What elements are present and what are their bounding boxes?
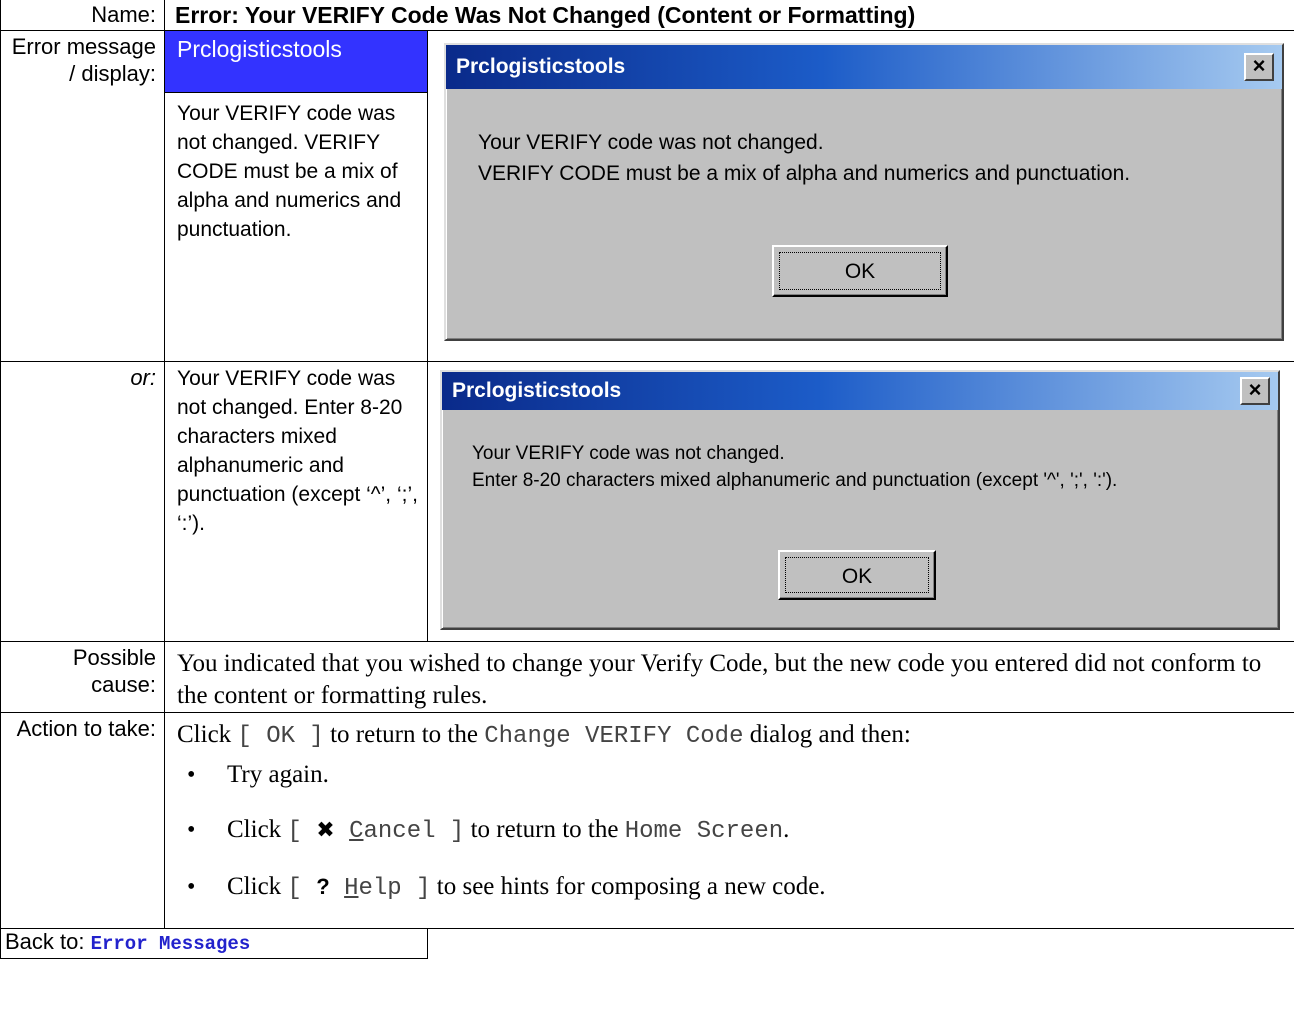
error2-dialog-line2: Enter 8-20 characters mixed alphanumeric… <box>472 470 1118 491</box>
step3-pre: Click <box>227 873 288 900</box>
error-display-label: Error message / display: <box>0 30 165 362</box>
step2-pre: Click <box>227 816 288 843</box>
action-intro-post: dialog and then: <box>743 721 911 748</box>
error2-dialog-body: Your VERIFY code was not changed. Enter … <box>472 440 1117 494</box>
cancel-x-icon: ✖ <box>316 818 335 843</box>
error2-message-text: Your VERIFY code was not changed. Enter … <box>177 367 418 535</box>
error1-dialog-titlebar: Prclogisticstools × <box>446 45 1282 89</box>
action-row: Action to take: Click [ OK ] to return t… <box>0 712 1294 929</box>
name-label: Name: <box>0 0 165 31</box>
error-table: Name: Error: Your VERIFY Code Was Not Ch… <box>0 0 1294 959</box>
error1-dialog-title: Prclogisticstools <box>456 55 626 78</box>
cause-row: Possible cause: You indicated that you w… <box>0 641 1294 713</box>
error1-dialog-line2: VERIFY CODE must be a mix of alpha and n… <box>478 162 1131 185</box>
close-icon[interactable]: × <box>1240 377 1270 405</box>
error-doc: Name: Error: Your VERIFY Code Was Not Ch… <box>0 0 1294 959</box>
action-steps: Try again. Click [ ✖ Cancel ] to return … <box>177 759 1288 905</box>
ok-button-ref: [ OK ] <box>237 723 324 750</box>
error-display-row: Error message / display: Prclogisticstoo… <box>0 30 1294 362</box>
step2-mid: to return to the <box>464 816 625 843</box>
error2-message-cell: Your VERIFY code was not changed. Enter … <box>164 361 428 642</box>
back-label: Back to: <box>5 929 91 954</box>
error2-dialog-cell: Prclogisticstools × Your VERIFY code was… <box>427 361 1294 642</box>
error1-ok-button[interactable]: OK <box>772 245 948 297</box>
back-row: Back to: Error Messages <box>0 928 1294 959</box>
action-intro: Click [ OK ] to return to the Change VER… <box>177 719 1288 753</box>
error1-dialog-cell: Prclogisticstools × Your VERIFY code was… <box>427 30 1294 362</box>
help-open-bracket: [ <box>287 875 317 902</box>
error2-dialog-line1: Your VERIFY code was not changed. <box>472 443 785 464</box>
cancel-open-bracket: [ <box>287 818 317 845</box>
error2-dialog: Prclogisticstools × Your VERIFY code was… <box>440 370 1280 630</box>
error-alt-row: or: Your VERIFY code was not changed. En… <box>0 361 1294 642</box>
error2-ok-label: OK <box>785 557 929 593</box>
error-messages-link[interactable]: Error Messages <box>91 933 251 955</box>
back-row-empty <box>427 928 1294 959</box>
help-mnemonic: H <box>344 875 359 902</box>
step-try-again: Try again. <box>187 759 1288 791</box>
action-intro-pre: Click <box>177 721 238 748</box>
error1-dialog-line1: Your VERIFY code was not changed. <box>478 131 824 154</box>
step2-post: . <box>783 816 790 843</box>
error1-dialog-body: Your VERIFY code was not changed. VERIFY… <box>478 127 1130 189</box>
action-label: Action to take: <box>0 712 165 929</box>
cancel-rest: ancel ] <box>363 818 465 845</box>
app-name-banner: Prclogisticstools <box>165 31 427 92</box>
or-label: or: <box>0 361 165 642</box>
step-help: Click [ ? Help ] to see hints for compos… <box>187 871 1288 905</box>
cause-text: You indicated that you wished to change … <box>164 641 1294 713</box>
title-row: Name: Error: Your VERIFY Code Was Not Ch… <box>0 0 1294 31</box>
error1-ok-label: OK <box>779 252 941 290</box>
cancel-mnemonic: C <box>349 818 364 845</box>
error2-ok-button[interactable]: OK <box>778 550 936 600</box>
action-content: Click [ OK ] to return to the Change VER… <box>164 712 1294 929</box>
page-title: Error: Your VERIFY Code Was Not Changed … <box>164 0 1294 31</box>
help-question-icon: ? <box>316 874 330 899</box>
error1-message-cell: Prclogisticstools Your VERIFY code was n… <box>164 30 428 362</box>
close-icon[interactable]: × <box>1244 53 1274 81</box>
back-cell: Back to: Error Messages <box>0 928 428 959</box>
help-button-ref: [ ? Help ] <box>287 874 431 902</box>
home-screen-ref: Home Screen <box>624 818 784 845</box>
error1-message-text: Your VERIFY code was not changed. VERIFY… <box>165 92 427 244</box>
step1-text: Try again. <box>227 761 329 788</box>
change-verify-dialog-ref: Change VERIFY Code <box>484 723 744 750</box>
action-intro-mid: to return to the <box>323 721 485 748</box>
error2-dialog-title: Prclogisticstools <box>452 379 622 402</box>
help-rest: elp ] <box>358 875 431 902</box>
cause-label: Possible cause: <box>0 641 165 713</box>
error1-dialog: Prclogisticstools × Your VERIFY code was… <box>444 43 1284 341</box>
step3-post: to see hints for composing a new code. <box>430 873 826 900</box>
error2-dialog-titlebar: Prclogisticstools × <box>442 372 1278 410</box>
cancel-button-ref: [ ✖ Cancel ] <box>287 818 464 845</box>
step-cancel: Click [ ✖ Cancel ] to return to the Home… <box>187 814 1288 848</box>
